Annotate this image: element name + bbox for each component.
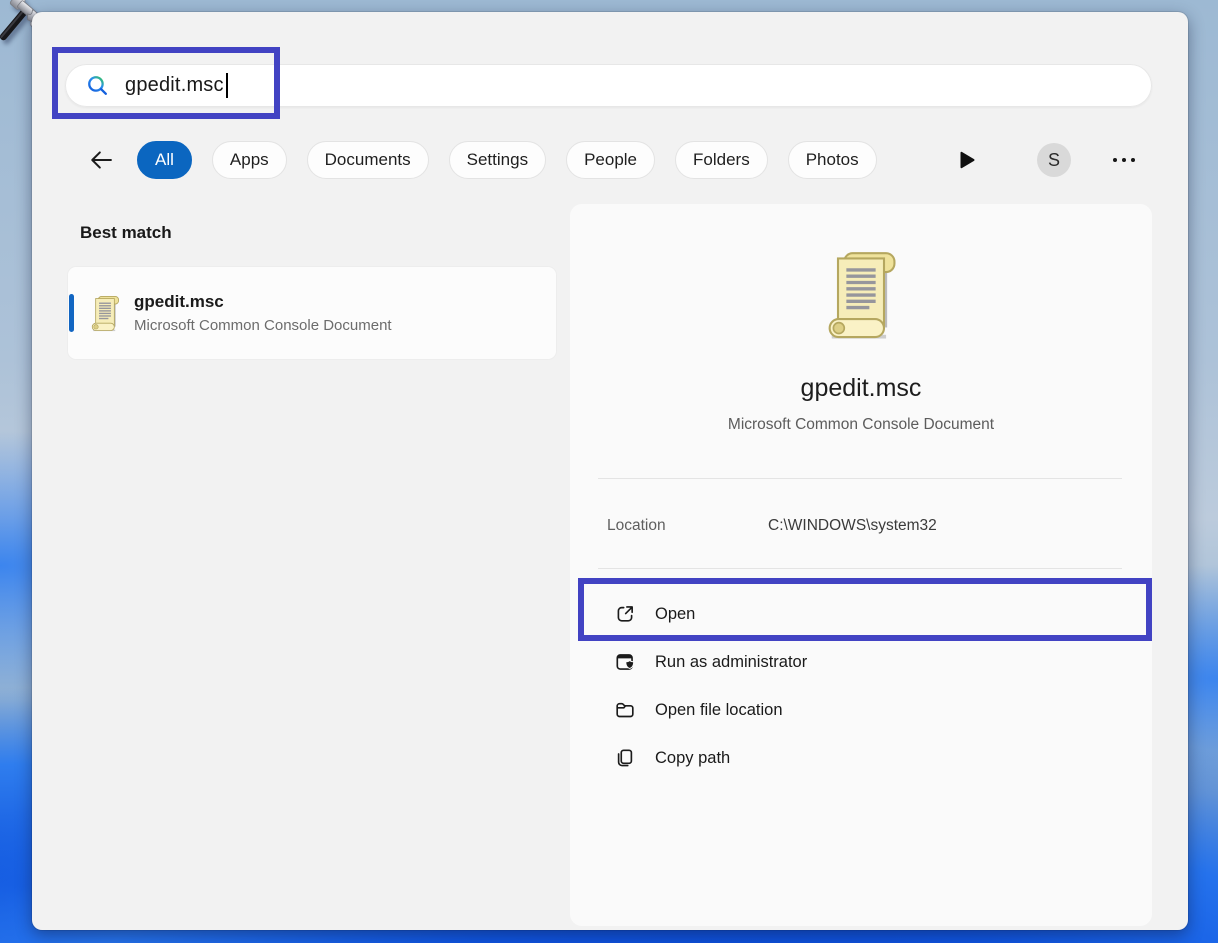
- tab-folders[interactable]: Folders: [675, 141, 768, 179]
- more-options-icon[interactable]: [1111, 152, 1137, 168]
- search-query-text: gpedit.msc: [125, 74, 224, 97]
- best-match-heading: Best match: [80, 223, 172, 243]
- action-label: Run as administrator: [655, 653, 807, 672]
- text-cursor: [226, 73, 228, 98]
- mmc-scroll-icon: [819, 248, 903, 340]
- selection-indicator-bar: [69, 294, 74, 332]
- search-input[interactable]: gpedit.msc: [65, 64, 1152, 107]
- mmc-scroll-icon: [88, 294, 122, 332]
- filter-tabs-row: All Apps Documents Settings People Folde…: [65, 140, 1155, 180]
- location-value: C:\WINDOWS\system32: [768, 517, 937, 535]
- action-open[interactable]: Open: [570, 590, 1152, 638]
- play-icon[interactable]: [960, 151, 975, 169]
- action-copy-path[interactable]: Copy path: [570, 734, 1152, 782]
- preview-panel: gpedit.msc Microsoft Common Console Docu…: [570, 204, 1152, 926]
- copy-icon: [614, 747, 636, 769]
- tab-settings[interactable]: Settings: [449, 141, 546, 179]
- tab-all[interactable]: All: [137, 141, 192, 179]
- admin-shield-icon: [614, 651, 636, 673]
- preview-title: gpedit.msc: [570, 374, 1152, 403]
- search-icon: [85, 73, 110, 98]
- action-label: Copy path: [655, 749, 730, 768]
- back-button[interactable]: [87, 146, 115, 174]
- result-subtitle: Microsoft Common Console Document: [134, 317, 392, 334]
- action-label: Open file location: [655, 701, 783, 720]
- open-external-icon: [614, 603, 636, 625]
- search-flyout-window: gpedit.msc All Apps Documents Settings P…: [32, 12, 1188, 930]
- location-label: Location: [607, 517, 666, 535]
- action-run-as-administrator[interactable]: Run as administrator: [570, 638, 1152, 686]
- tab-documents[interactable]: Documents: [307, 141, 429, 179]
- tab-people[interactable]: People: [566, 141, 655, 179]
- folder-icon: [614, 699, 636, 721]
- divider: [598, 478, 1122, 479]
- result-title: gpedit.msc: [134, 292, 392, 312]
- action-list: Open Run as administrator Open file loca…: [570, 590, 1152, 782]
- location-row: Location C:\WINDOWS\system32: [570, 508, 1152, 548]
- action-open-file-location[interactable]: Open file location: [570, 686, 1152, 734]
- toolbar-controls: S: [960, 143, 1137, 177]
- divider: [598, 568, 1122, 569]
- preview-subtitle: Microsoft Common Console Document: [570, 416, 1152, 434]
- best-match-result-item[interactable]: gpedit.msc Microsoft Common Console Docu…: [68, 267, 556, 359]
- account-avatar[interactable]: S: [1037, 143, 1071, 177]
- action-label: Open: [655, 605, 695, 624]
- tab-apps[interactable]: Apps: [212, 141, 287, 179]
- tab-photos[interactable]: Photos: [788, 141, 877, 179]
- back-arrow-icon: [87, 146, 115, 174]
